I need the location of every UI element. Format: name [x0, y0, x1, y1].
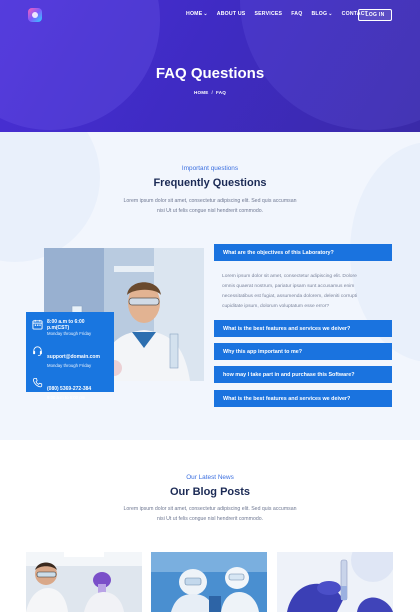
chevron-down-icon: ⌄ — [328, 10, 333, 17]
faq-heading: Frequently Questions — [153, 177, 267, 189]
main-navigation: HOME ⌄ ABOUT US SERVICES FAQ BLOG ⌄ CONT… — [186, 11, 368, 17]
faq-answer-line: Lorem ipsum dolor sit amet, consectetur … — [222, 274, 357, 279]
faq-question-3[interactable]: Why this app important to me? — [214, 343, 392, 360]
faq-description-line: nisi Ut ut felis congue nisl hendrerit c… — [156, 208, 264, 214]
brand-logo[interactable] — [28, 8, 42, 22]
breadcrumb-home-link[interactable]: HOME — [194, 90, 209, 95]
phone-subtext: 8:00 a.m to 6:00 pm — [47, 395, 86, 400]
nav-item-faq[interactable]: FAQ — [291, 11, 302, 17]
nav-label: ABOUT US — [216, 11, 246, 17]
calendar-icon — [32, 319, 43, 330]
phone-icon — [32, 377, 43, 388]
faq-question-2[interactable]: What is the best features and services w… — [214, 320, 392, 337]
hero-banner: HOME ⌄ ABOUT US SERVICES FAQ BLOG ⌄ CONT… — [0, 0, 420, 132]
faq-answer-line: omnis quaerat nostrum, pariatur ipsam su… — [222, 284, 355, 289]
contact-hours: 8:00 a.m to 6:00 p.m(CST) Monday through… — [32, 319, 108, 337]
decorative-shape — [0, 132, 100, 262]
contact-email: support@domain.com Monday through Friday — [32, 345, 108, 369]
faq-question-5[interactable]: What is the best features and services w… — [214, 390, 392, 407]
blog-card-image[interactable] — [151, 552, 267, 612]
faq-description: Lorem ipsum dolor sit amet, consectetur … — [100, 196, 320, 216]
blog-card-image[interactable] — [26, 552, 142, 612]
email-subtext: Monday through Friday — [47, 363, 92, 368]
page-title: FAQ Questions — [155, 65, 265, 82]
nav-item-about[interactable]: ABOUT US — [217, 11, 246, 17]
faq-subtitle: Important questions — [181, 165, 239, 172]
hours-text: 8:00 a.m to 6:00 p.m(CST) — [47, 319, 85, 331]
faq-answer-line: necessitatibus est fugiat, assumenda dol… — [222, 294, 358, 299]
support-email-link[interactable]: support@domain.com — [47, 354, 100, 360]
phone-number-link[interactable]: (080) 5369-272-384 — [47, 386, 91, 392]
blog-card-image[interactable] — [277, 552, 393, 612]
nav-item-home[interactable]: HOME ⌄ — [186, 11, 208, 17]
breadcrumb-current: FAQ — [216, 90, 227, 95]
nav-label: FAQ — [291, 11, 303, 17]
headset-icon — [33, 346, 42, 356]
faq-question-4[interactable]: how may I take part in and purchase this… — [214, 366, 392, 383]
nav-label: SERVICES — [254, 11, 283, 17]
nav-item-services[interactable]: SERVICES — [254, 11, 282, 17]
blog-subtitle: Our Latest News — [186, 474, 234, 481]
blog-description-line: Lorem ipsum dolor sit amet, consectetur … — [123, 506, 297, 512]
blog-description-line: nisi Ut ut felis congue nisl hendrerit c… — [156, 516, 264, 522]
blog-description: Lorem ipsum dolor sit amet, consectetur … — [100, 504, 320, 524]
faq-description-line: Lorem ipsum dolor sit amet, consectetur … — [123, 198, 297, 204]
nav-label: BLOG — [311, 11, 328, 17]
faq-question-1[interactable]: What are the objectives of this Laborato… — [214, 244, 392, 261]
chevron-down-icon: ⌄ — [203, 10, 208, 17]
nav-label: HOME — [186, 11, 203, 17]
contact-info-card: 8:00 a.m to 6:00 p.m(CST) Monday through… — [26, 312, 114, 400]
breadcrumb-separator: / — [211, 90, 214, 95]
faq-answer-line: cupiditate ipsum, dolorum voluptatum ess… — [222, 304, 330, 309]
blog-heading: Our Blog Posts — [169, 486, 251, 498]
hours-subtext: Monday through Friday — [47, 331, 92, 336]
faq-answer-1: Lorem ipsum dolor sit amet, consectetur … — [222, 272, 382, 312]
login-button[interactable]: LOG IN — [358, 9, 392, 21]
contact-phone: (080) 5369-272-384 8:00 a.m to 6:00 pm — [32, 377, 108, 401]
breadcrumb: HOME / FAQ — [0, 90, 420, 95]
nav-item-blog[interactable]: BLOG ⌄ — [311, 11, 332, 17]
